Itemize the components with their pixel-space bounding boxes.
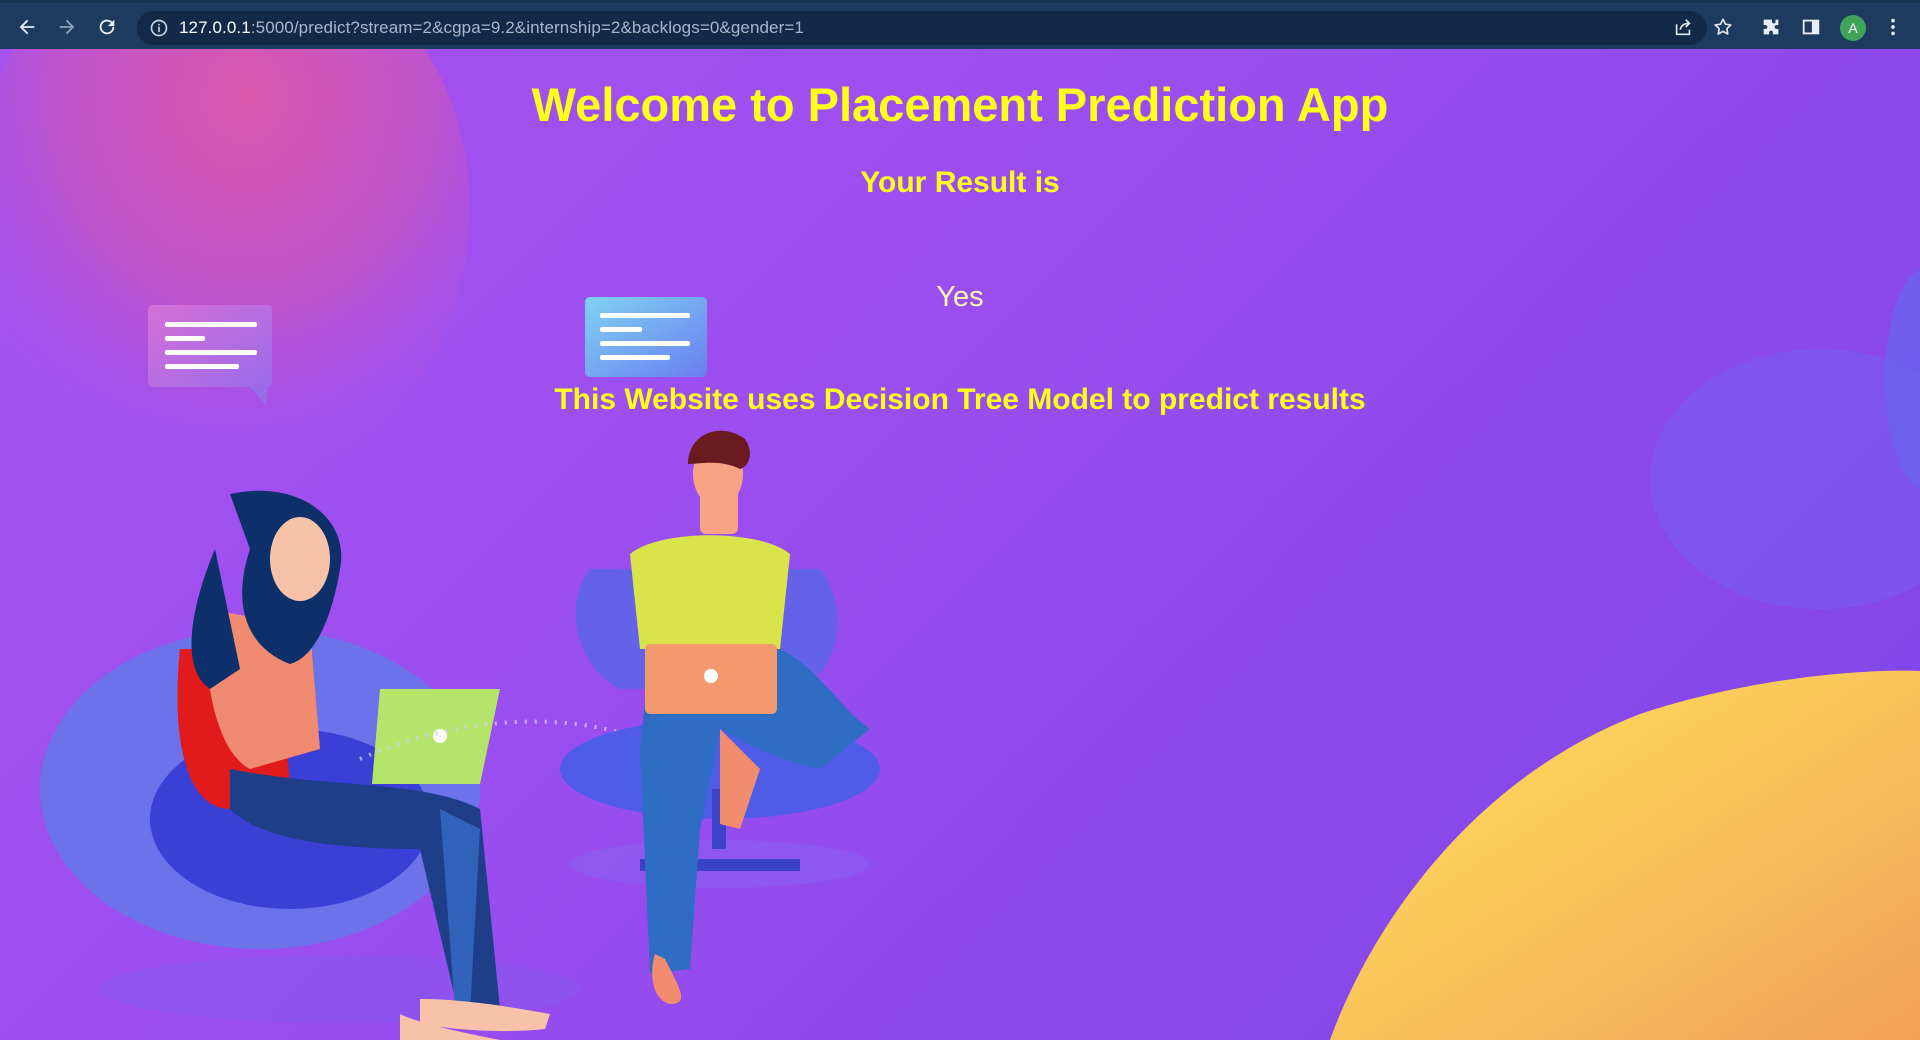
url-host: 127.0.0.1 xyxy=(179,18,251,37)
side-panel-icon xyxy=(1802,19,1820,35)
prediction-result: Yes xyxy=(936,281,984,313)
star-icon xyxy=(1714,18,1732,35)
share-button[interactable] xyxy=(1668,12,1698,42)
puzzle-icon xyxy=(1763,19,1779,35)
url-path: :5000/predict?stream=2&cgpa=9.2&internsh… xyxy=(250,18,804,37)
result-heading: Your Result is xyxy=(860,166,1060,199)
extensions-button[interactable] xyxy=(1756,12,1786,42)
reload-button[interactable] xyxy=(92,12,122,42)
side-panel-button[interactable] xyxy=(1796,12,1826,42)
page-title: Welcome to Placement Prediction App xyxy=(531,78,1389,131)
url-text[interactable]: 127.0.0.1:5000/predict?stream=2&cgpa=9.2… xyxy=(179,18,804,38)
page-viewport: Welcome to Placement Prediction App Your… xyxy=(0,49,1920,1040)
reload-icon xyxy=(99,19,115,35)
kebab-menu-icon xyxy=(1891,18,1895,36)
profile-avatar[interactable]: A xyxy=(1840,15,1866,41)
browser-toolbar: 127.0.0.1:5000/predict?stream=2&cgpa=9.2… xyxy=(0,0,1920,49)
back-arrow-icon xyxy=(19,19,35,35)
info-icon[interactable] xyxy=(149,18,169,38)
address-bar[interactable]: 127.0.0.1:5000/predict?stream=2&cgpa=9.2… xyxy=(137,11,1707,45)
forward-arrow-icon xyxy=(59,19,75,35)
bookmark-button[interactable] xyxy=(1708,12,1738,42)
share-icon xyxy=(1675,19,1691,36)
back-button[interactable] xyxy=(12,12,42,42)
model-note: This Website uses Decision Tree Model to… xyxy=(554,383,1366,416)
man-with-laptop-illustration xyxy=(560,430,880,1004)
menu-button[interactable] xyxy=(1878,12,1908,42)
forward-button[interactable] xyxy=(52,12,82,42)
